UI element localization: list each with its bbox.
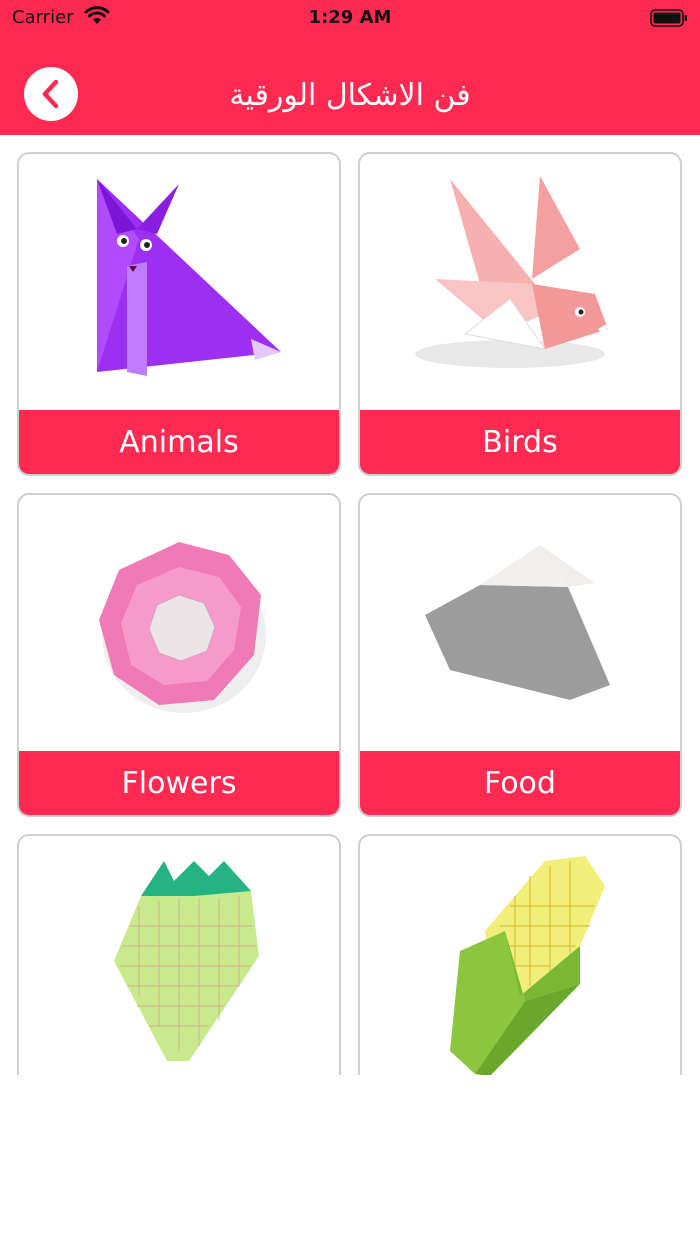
origami-flower-image <box>99 542 266 713</box>
category-card-food[interactable]: Food <box>358 493 682 817</box>
origami-strawberry-image <box>114 861 259 1061</box>
category-card-flowers[interactable]: Flowers <box>17 493 341 817</box>
origami-fox-image <box>97 179 281 376</box>
category-label: Food <box>360 751 680 815</box>
origami-bird-image <box>415 176 610 368</box>
category-label: Birds <box>360 410 680 474</box>
battery-icon <box>650 9 687 27</box>
status-time: 1:29 AM <box>308 7 392 28</box>
status-bar: Carrier 1:29 AM <box>0 0 700 36</box>
origami-corn-image <box>450 856 605 1075</box>
back-button[interactable] <box>24 67 78 121</box>
category-grid: Animals Birds Flowers Food <box>0 135 700 1075</box>
page-title: فن الاشكال الورقية <box>229 78 471 113</box>
category-card-strawberry[interactable] <box>17 834 341 1075</box>
chevron-left-icon <box>42 79 59 109</box>
category-card-animals[interactable]: Animals <box>17 152 341 476</box>
category-label: Flowers <box>19 751 339 815</box>
origami-rice-ball-image <box>425 545 610 700</box>
category-card-corn[interactable] <box>358 834 682 1075</box>
category-card-birds[interactable]: Birds <box>358 152 682 476</box>
category-label: Animals <box>19 410 339 474</box>
app-header: Carrier 1:29 AM فن الاشكال الورقية <box>0 0 700 135</box>
